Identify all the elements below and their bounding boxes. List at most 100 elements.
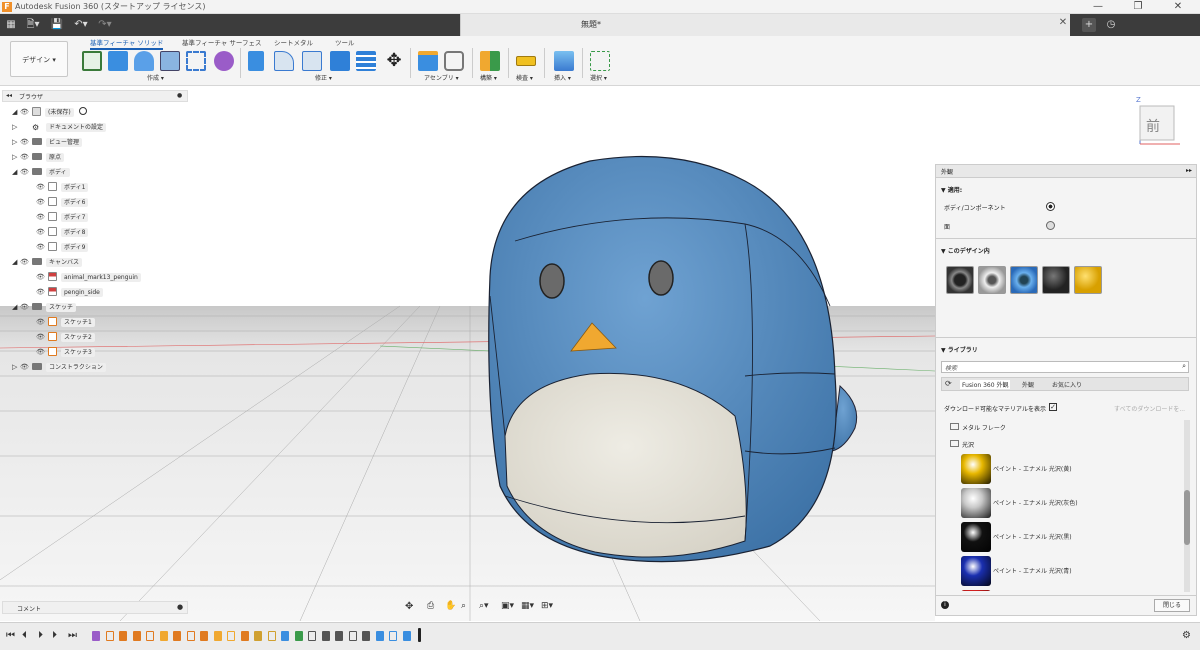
select-icon[interactable] [590,51,610,71]
visibility-eye-icon[interactable]: 👁 [36,196,48,209]
browser-item[interactable]: ◢ 👁 ボディ [12,166,70,179]
timeline-feature-icon[interactable] [227,631,235,641]
document-tab[interactable]: 無題* ✕ [460,14,1070,36]
visibility-eye-icon[interactable]: 👁 [20,151,32,164]
look-at-icon[interactable]: ⎙ [427,601,434,611]
timeline-play-icon[interactable]: ⏵ [38,630,43,641]
browser-item[interactable]: 👁 ボディ6 [36,196,89,209]
form-icon[interactable] [214,51,234,71]
comment-pin-icon[interactable]: ● [177,603,183,611]
construct-group-label[interactable]: 構築 ▾ [480,73,497,82]
timeline-feature-icon[interactable] [146,631,154,641]
save-icon[interactable]: 💾 [50,18,64,32]
download-all-link[interactable]: すべてのダウンロードを... [1114,404,1185,413]
folder-metal-flake[interactable]: メタル フレーク [962,423,1006,432]
browser-item[interactable]: ▷ 👁 コンストラクション [12,361,106,374]
extrude-icon[interactable] [108,51,128,71]
panel-expand-icon[interactable]: ▸▸ [1186,167,1192,174]
timeline-settings-icon[interactable]: ⚙ [1182,630,1191,641]
expand-toggle-icon[interactable]: ◢ [12,301,20,314]
new-component-icon[interactable] [418,51,438,71]
browser-item[interactable]: 👁 pengin_side [36,286,103,299]
visibility-eye-icon[interactable]: 👁 [36,181,48,194]
design-swatch[interactable] [978,266,1006,294]
design-swatch[interactable] [946,266,974,294]
design-swatch[interactable] [1074,266,1102,294]
viewports-icon[interactable]: ⊞▾ [541,601,553,611]
timeline-feature-icon[interactable] [267,631,276,641]
expand-toggle-icon[interactable]: ▷ [12,136,20,149]
visibility-eye-icon[interactable]: 👁 [36,271,48,284]
view-cube[interactable]: Z 前 [1134,96,1184,148]
select-group-label[interactable]: 選択 ▾ [590,73,607,82]
visibility-eye-icon[interactable]: 👁 [36,316,48,329]
visibility-eye-icon[interactable]: 👁 [36,241,48,254]
measure-icon[interactable] [516,56,536,66]
undo-icon[interactable]: ↶▾ [72,18,90,32]
visibility-eye-icon[interactable]: 👁 [20,136,32,149]
construct-plane-icon[interactable] [480,51,500,71]
chamfer-icon[interactable] [302,51,322,71]
new-tab-icon[interactable]: + [1082,18,1096,32]
display-settings-icon[interactable]: ▣▾ [501,601,514,611]
browser-item[interactable]: ◢ 👁 キャンバス [12,256,83,269]
tab-tools[interactable]: ツール [335,37,355,47]
library-material-item[interactable]: ペイント - エナメル 光沢(青) [961,555,1181,587]
assemble-group-label[interactable]: アセンブリ ▾ [424,73,459,82]
browser-item[interactable]: ▷ 👁 ビュー管理 [12,136,83,149]
tab-sheetmetal[interactable]: シートメタル [274,37,313,47]
timeline-feature-icon[interactable] [119,631,127,641]
tab-favorites[interactable]: お気に入り [1052,380,1082,389]
tab-surface[interactable]: 基準フィーチャ サーフェス [182,37,261,47]
expand-toggle-icon[interactable]: ◢ [12,166,20,179]
timeline-feature-icon[interactable] [173,631,181,641]
option-bodies-radio[interactable] [1046,202,1055,211]
timeline-feature-icon[interactable] [92,631,100,641]
modify-group-label[interactable]: 修正 ▾ [315,73,332,82]
sweep-icon[interactable] [160,51,180,71]
timeline-feature-icon[interactable] [186,631,195,641]
browser-root[interactable]: ◢ 👁 (未保存) [12,106,87,119]
timeline-feature-icon[interactable] [159,631,168,641]
expand-toggle-icon[interactable]: ▷ [12,361,20,374]
comment-bar[interactable]: コメント ● [2,601,188,614]
timeline-feature-icon[interactable] [254,631,262,641]
activate-radio[interactable] [78,107,87,115]
browser-item[interactable]: 👁 ボディ1 [36,181,89,194]
revolve-icon[interactable] [134,51,154,71]
visibility-eye-icon[interactable]: 👁 [20,256,32,269]
grid-settings-icon[interactable]: ▦▾ [521,601,534,611]
pan-icon[interactable]: ✋ [445,601,456,611]
option-faces-radio[interactable] [1046,221,1055,230]
visibility-eye-icon[interactable]: 👁 [36,211,48,224]
insert-image-icon[interactable] [554,51,574,71]
timeline-feature-icon[interactable] [294,631,303,641]
library-material-item[interactable] [961,589,1181,591]
timeline-feature-icon[interactable] [105,631,114,641]
inspect-group-label[interactable]: 検査 ▾ [516,73,533,82]
browser-item[interactable]: 👁 animal_mark13_penguin [36,271,141,284]
browser-item[interactable]: 👁 ボディ9 [36,241,89,254]
browser-pin-icon[interactable]: ● [177,92,182,99]
timeline-prev-icon[interactable]: ⏴ [22,630,27,641]
visibility-eye-icon[interactable]: 👁 [36,286,48,299]
timeline-feature-icon[interactable] [240,631,249,641]
browser-item[interactable]: ◢ 👁 スケッチ [12,301,77,314]
minimize-button[interactable]: — [1078,0,1118,14]
timeline-feature-icon[interactable] [281,631,289,641]
insert-group-label[interactable]: 挿入 ▾ [554,73,571,82]
workspace-switcher[interactable]: デザイン ▾ [10,41,68,77]
browser-item[interactable]: 👁 ボディ8 [36,226,89,239]
visibility-eye-icon[interactable]: 👁 [20,166,32,179]
move-icon[interactable]: ✥ [384,51,404,71]
show-download-checkbox[interactable]: ✓ [1049,403,1057,411]
timeline-feature-icon[interactable] [348,631,357,641]
create-group-label[interactable]: 作成 ▾ [147,73,164,82]
orbit-icon[interactable]: ✥ [405,601,413,612]
loft-icon[interactable] [186,51,206,71]
tab-fusion-appearances[interactable]: Fusion 360 外観 [960,380,1011,389]
tab-solid[interactable]: 基準フィーチャ ソリッド [90,37,164,50]
fillet-icon[interactable] [274,51,294,71]
timeline-first-icon[interactable]: ⏮ [6,630,15,641]
job-status-icon[interactable]: ◷ [1104,18,1118,32]
